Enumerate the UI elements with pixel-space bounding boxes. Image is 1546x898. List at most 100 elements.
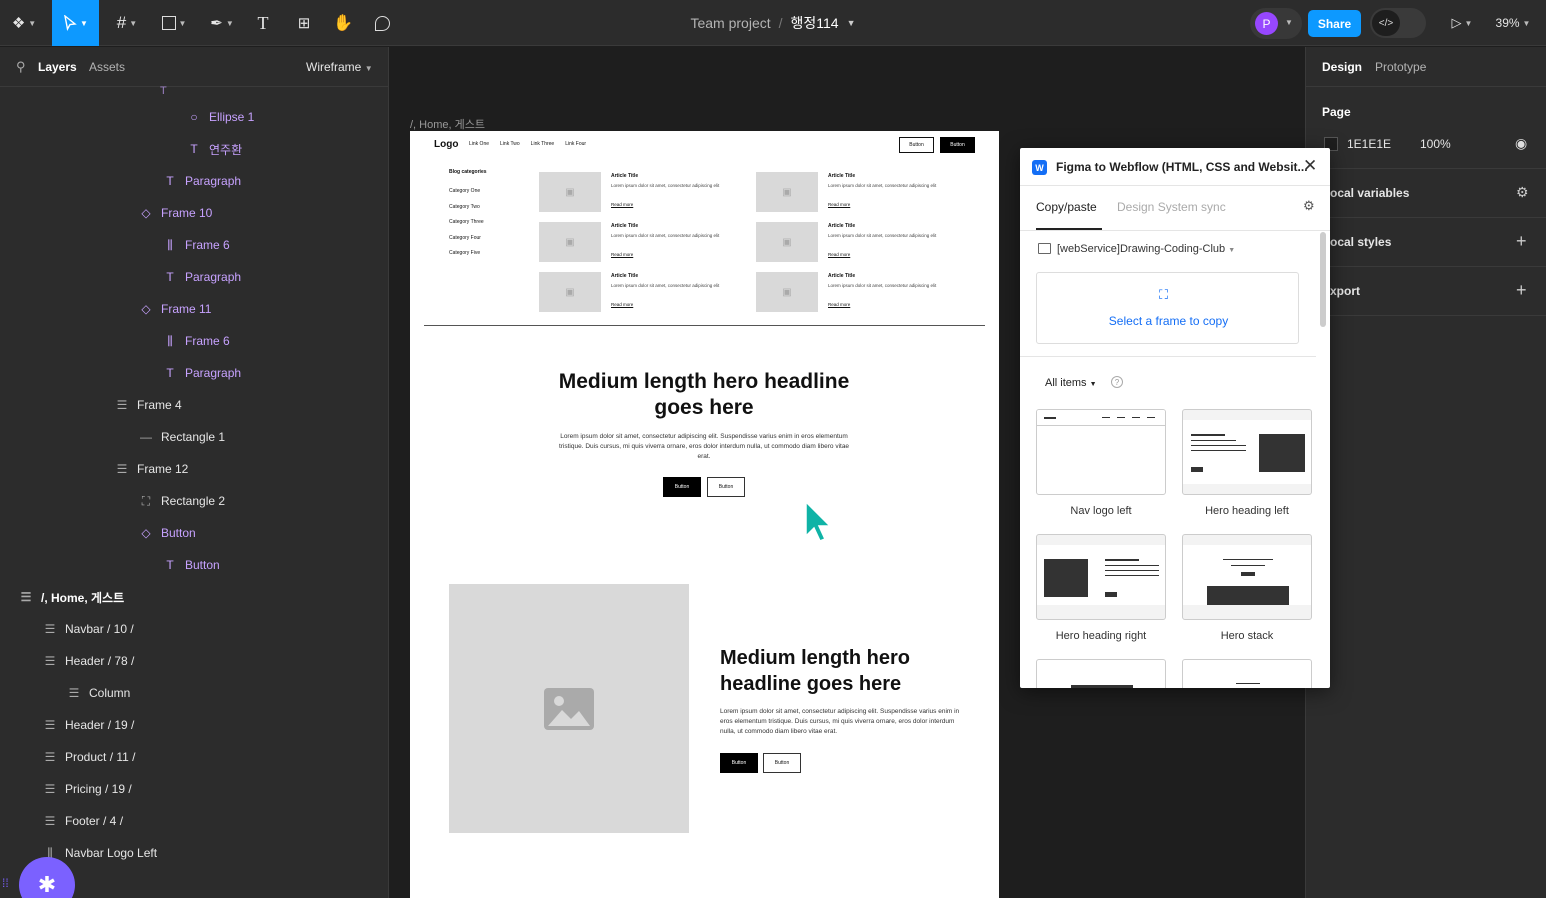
auto-layout-icon: ☰ xyxy=(44,814,56,828)
local-styles-heading[interactable]: ocal styles xyxy=(1330,235,1391,249)
tile-more[interactable] xyxy=(1182,659,1312,688)
tile-nav-logo-left[interactable] xyxy=(1036,409,1166,495)
file-name[interactable]: 행정114 xyxy=(791,13,839,33)
layer-row[interactable]: ◇ Frame 11 xyxy=(137,293,211,325)
layer-row[interactable]: T Paragraph xyxy=(161,261,241,293)
wf-article-title: Article Title xyxy=(611,273,639,279)
tile-preview-bar xyxy=(1105,575,1159,576)
wf-article-text: Lorem ipsum dolor sit amet, consectetur … xyxy=(828,233,937,238)
tile-hero-stack[interactable] xyxy=(1182,534,1312,620)
present-button[interactable]: ▷ ▼ xyxy=(1444,0,1480,46)
frame-label[interactable]: /, Home, 게스트 xyxy=(410,116,485,132)
page-color-value[interactable]: 1E1E1E xyxy=(1347,137,1391,151)
hand-tool-button[interactable]: ✋ xyxy=(330,0,356,46)
page-select[interactable]: Wireframe ▼ xyxy=(306,60,373,74)
avatar[interactable]: P xyxy=(1255,12,1278,35)
wf-article-image: ▣ xyxy=(756,172,818,212)
layer-row[interactable]: ⛶ Rectangle 2 xyxy=(137,485,225,517)
design-panel-header: Design Prototype xyxy=(1306,47,1546,87)
chevron-down-icon: ▼ xyxy=(1228,247,1236,254)
layer-row[interactable]: T Button xyxy=(161,549,219,581)
layer-label: Frame 10 xyxy=(161,206,213,220)
comment-tool-button[interactable] xyxy=(368,0,396,46)
layer-row[interactable]: ⫼ Frame 6 xyxy=(161,325,229,357)
text-icon: T xyxy=(190,142,198,156)
page-opacity-value[interactable]: 100% xyxy=(1420,137,1451,151)
home-frame[interactable]: Logo Link One Link Two Link Three Link F… xyxy=(410,131,999,898)
layer-row[interactable]: T Paragraph xyxy=(161,357,241,389)
tile-preview-bar xyxy=(1105,570,1159,571)
tile-hero-heading-right[interactable] xyxy=(1036,534,1166,620)
tab-prototype[interactable]: Prototype xyxy=(1375,60,1426,74)
tab-layers[interactable]: Layers xyxy=(38,60,77,74)
scrollbar[interactable] xyxy=(1320,232,1326,327)
layer-row[interactable]: T 연주환 xyxy=(185,133,242,165)
layer-row[interactable]: ○ Ellipse 1 xyxy=(185,101,254,133)
layer-row[interactable]: ☰ Header / 19 / xyxy=(41,709,135,741)
layer-row[interactable]: ☰ Frame 4 xyxy=(113,389,182,421)
help-icon[interactable]: ? xyxy=(1111,376,1123,388)
eye-icon[interactable]: ◉ xyxy=(1515,135,1527,152)
frame-tool-button[interactable]: # ▼ xyxy=(108,0,146,46)
wf-hero2-headline: Medium length hero headline goes here xyxy=(720,647,910,695)
select-frame-box[interactable]: ⛶ Select a frame to copy xyxy=(1036,272,1299,344)
tile-preview-bar xyxy=(1241,572,1255,576)
layer-row[interactable]: ☰ Frame 12 xyxy=(113,453,189,485)
main-menu-button[interactable]: ❖ ▼ xyxy=(4,0,44,46)
layer-row[interactable]: ☰ Column xyxy=(65,677,131,709)
wf-hero2-text: Lorem ipsum dolor sit amet, consectetur … xyxy=(720,708,960,735)
tile-preview-bar xyxy=(1105,559,1139,561)
auto-layout-icon: ☰ xyxy=(44,782,56,796)
tab-assets[interactable]: Assets xyxy=(89,60,125,74)
filter-select[interactable]: All items ▼ xyxy=(1045,377,1097,389)
variables-icon[interactable]: ⚙ xyxy=(1516,184,1529,201)
tile-hero-heading-left[interactable] xyxy=(1182,409,1312,495)
tile-preview-bar xyxy=(1191,434,1225,436)
dev-mode-toggle[interactable]: </> xyxy=(1370,8,1426,38)
export-heading[interactable]: xport xyxy=(1330,284,1360,298)
layer-row[interactable]: ⫼ Frame 6 xyxy=(161,229,229,261)
layer-row[interactable]: ☰ Navbar / 10 / xyxy=(41,613,134,645)
tab-design-system-sync[interactable]: Design System sync xyxy=(1117,200,1226,214)
local-variables-heading[interactable]: ocal variables xyxy=(1330,186,1409,200)
chevron-down-icon[interactable]: ▼ xyxy=(847,18,856,28)
search-icon[interactable]: ⚲ xyxy=(16,59,26,75)
move-tool-button[interactable]: ▼ xyxy=(52,0,99,46)
wf-hero2-button-solid: Button xyxy=(720,753,758,773)
settings-sliders-icon[interactable]: ⚙ xyxy=(1303,198,1315,214)
close-icon[interactable]: ✕ xyxy=(1303,156,1317,176)
plus-icon[interactable]: + xyxy=(1516,231,1527,252)
site-icon xyxy=(1038,243,1051,254)
layer-row[interactable]: ☰ Header / 78 / xyxy=(41,645,135,677)
wf-article-text: Lorem ipsum dolor sit amet, consectetur … xyxy=(611,233,720,238)
shape-tool-button[interactable]: ▼ xyxy=(155,0,193,46)
resources-icon: ⊞ xyxy=(297,15,311,32)
text-tool-button[interactable]: T xyxy=(250,0,276,46)
layer-row[interactable]: ☰ Footer / 4 / xyxy=(41,805,123,837)
plus-icon[interactable]: + xyxy=(1516,280,1527,301)
plugin-header: W Figma to Webflow (HTML, CSS and Websit… xyxy=(1020,148,1330,186)
drag-handle-icon[interactable]: ⁞⁞ xyxy=(2,876,9,890)
tab-design[interactable]: Design xyxy=(1322,60,1362,74)
resources-tool-button[interactable]: ⊞ xyxy=(290,0,318,46)
layer-row[interactable]: T Paragraph xyxy=(161,165,241,197)
site-select[interactable]: [webService]Drawing-Coding-Club ▼ xyxy=(1057,243,1235,255)
tab-copy-paste[interactable]: Copy/paste xyxy=(1036,200,1097,214)
layer-row[interactable]: ☰ Pricing / 19 / xyxy=(41,773,132,805)
project-name[interactable]: Team project xyxy=(690,15,770,31)
auto-layout-icon: ☰ xyxy=(44,622,56,636)
pen-tool-button[interactable]: ✒ ▼ xyxy=(202,0,242,46)
zoom-menu[interactable]: 39% ▼ xyxy=(1490,0,1536,46)
layer-row[interactable]: ☰ Product / 11 / xyxy=(41,741,136,773)
layer-row[interactable]: ☰ /, Home, 게스트 xyxy=(17,581,125,613)
layer-row[interactable]: ◇ Frame 10 xyxy=(137,197,212,229)
layer-row[interactable]: — Rectangle 1 xyxy=(137,421,225,453)
share-button[interactable]: Share xyxy=(1308,10,1361,37)
layer-label: Rectangle 2 xyxy=(161,494,226,508)
auto-layout-icon: ☰ xyxy=(116,462,128,476)
layer-label: Frame 4 xyxy=(137,398,182,412)
tile-more[interactable] xyxy=(1036,659,1166,688)
layer-label: Product / 11 / xyxy=(65,750,136,764)
layer-row[interactable]: ◇ Button xyxy=(137,517,195,549)
wf-image-placeholder xyxy=(449,584,689,833)
